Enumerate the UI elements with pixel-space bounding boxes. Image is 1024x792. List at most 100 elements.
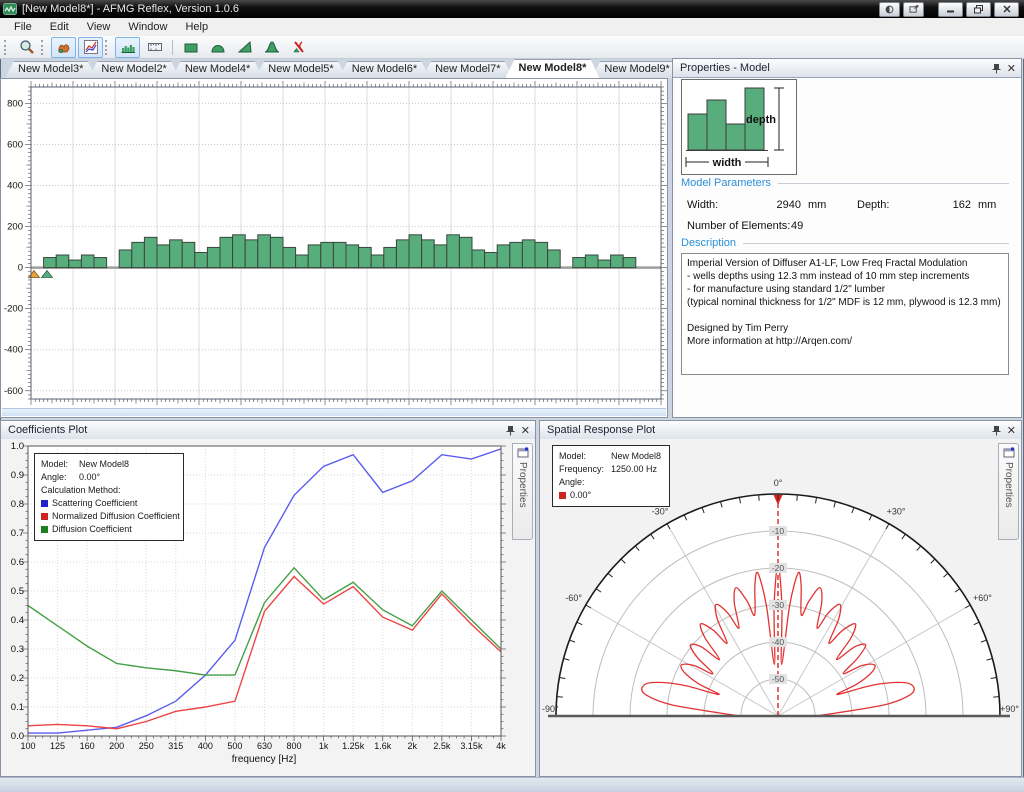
svg-text:1.25k: 1.25k (342, 741, 365, 751)
svg-text:0.8: 0.8 (11, 499, 24, 510)
model-view-button[interactable] (51, 37, 76, 58)
svg-text:0.6: 0.6 (11, 557, 24, 568)
svg-text:-30°: -30° (652, 507, 669, 517)
description-heading: Description (681, 237, 1009, 249)
pin-icon (992, 425, 1001, 436)
elements-value: 49 (791, 220, 803, 232)
properties-side-tab-label: Properties (517, 462, 528, 508)
menu-window[interactable]: Window (119, 19, 176, 35)
pin-button[interactable] (992, 63, 1001, 74)
close-panel-button-2[interactable]: ✕ (521, 424, 530, 437)
coefficients-plot-button[interactable] (78, 37, 103, 58)
elements-label: Number of Elements: (687, 220, 791, 232)
legend-entry-label: Diffusion Coefficient (52, 523, 132, 536)
panel-toggle-button[interactable] (879, 2, 900, 17)
heading-rule-2 (743, 243, 1009, 244)
coefficients-panel-header: Coefficients Plot ✕ (1, 421, 535, 440)
toolbar-grip[interactable] (4, 40, 9, 55)
svg-text:1.6k: 1.6k (374, 741, 392, 751)
rect-element-button[interactable] (178, 37, 203, 58)
tab-newmodel7[interactable]: New Model7* (422, 61, 513, 78)
svg-text:500: 500 (227, 741, 242, 751)
tab-newmodel2[interactable]: New Model2* (88, 61, 179, 78)
svg-text:400: 400 (198, 741, 213, 751)
tab-newmodel9[interactable]: New Model9* (591, 61, 682, 78)
triangle-element-button[interactable] (232, 37, 257, 58)
legend-angle-value: 0.00° (79, 471, 100, 484)
cut-tool-icon (291, 39, 307, 55)
pin-icon (506, 425, 515, 436)
legend-swatch (41, 526, 48, 533)
bell-element-button[interactable] (259, 37, 284, 58)
properties-side-tab[interactable]: Properties (512, 443, 533, 540)
svg-text:125: 125 (50, 741, 65, 751)
tab-strip: New Model3*New Model2*New Model4*New Mod… (5, 58, 675, 78)
detach-button[interactable] (903, 2, 924, 17)
close-button[interactable] (994, 2, 1019, 17)
depth-value[interactable]: 162 (927, 199, 971, 211)
toolbar (0, 36, 1024, 59)
zoom-button[interactable] (14, 37, 39, 58)
svg-text:100: 100 (20, 741, 35, 751)
restore-button[interactable] (966, 2, 991, 17)
tab-newmodel6[interactable]: New Model6* (339, 61, 430, 78)
close-panel-button[interactable]: ✕ (1007, 62, 1016, 75)
close-panel-button-3[interactable]: ✕ (1007, 424, 1016, 437)
svg-text:400: 400 (7, 181, 23, 192)
model-profile-chart[interactable]: 8006004002000-200-400-600020040060080010… (1, 79, 667, 410)
menu-file[interactable]: File (5, 19, 41, 35)
menu-help[interactable]: Help (176, 19, 217, 35)
semicircle-element-icon (210, 39, 226, 55)
properties-side-tab-2[interactable]: Properties (998, 443, 1019, 540)
description-line-3: - for manufacture using standard 1/2" lu… (687, 283, 1003, 296)
legend-freq-value: 1250.00 Hz (611, 463, 657, 476)
cut-tool-button[interactable] (286, 37, 311, 58)
tab-newmodel8[interactable]: New Model8* (506, 59, 600, 78)
svg-text:800: 800 (287, 741, 302, 751)
tab-newmodel4[interactable]: New Model4* (172, 61, 263, 78)
svg-text:0.1: 0.1 (11, 702, 24, 713)
detach-icon (909, 5, 919, 14)
legend-entry: 0.00° (559, 489, 663, 502)
profile-view-button[interactable] (115, 37, 140, 58)
toolbar-separator (172, 40, 173, 55)
toolbar-grip-2[interactable] (41, 40, 46, 55)
menu-edit[interactable]: Edit (41, 19, 78, 35)
ruler-view-button[interactable] (142, 37, 167, 58)
toolbar-grip-3[interactable] (105, 40, 110, 55)
legend-entry: Diffusion Coefficient (41, 523, 177, 536)
svg-text:1.0: 1.0 (11, 441, 24, 452)
legend-model-label: Model: (41, 458, 75, 471)
properties-tab-icon (517, 447, 529, 458)
pin-button-2[interactable] (506, 425, 515, 436)
panel-toggle-icon (885, 5, 894, 14)
width-label: Width: (687, 199, 759, 211)
title-bar[interactable]: [New Model8*] - AFMG Reflex, Version 1.0… (0, 0, 1024, 18)
svg-text:+60°: +60° (973, 593, 992, 603)
description-line-5 (687, 309, 1003, 322)
properties-side-tab-label-2: Properties (1003, 462, 1014, 508)
spatial-panel-title: Spatial Response Plot (547, 424, 986, 436)
tab-newmodel3[interactable]: New Model3* (5, 61, 96, 78)
tab-newmodel5[interactable]: New Model5* (255, 61, 346, 78)
svg-text:-600: -600 (4, 386, 23, 397)
svg-text:160: 160 (80, 741, 95, 751)
close-icon (1003, 5, 1011, 13)
horizontal-scrollbar[interactable] (2, 408, 666, 416)
svg-text:200: 200 (109, 741, 124, 751)
model-diagram-image: depth width (682, 80, 794, 172)
triangle-element-icon (237, 39, 253, 55)
svg-text:+30°: +30° (887, 507, 906, 517)
width-value[interactable]: 2940 (759, 199, 801, 211)
menu-view[interactable]: View (78, 19, 120, 35)
model-view-icon (56, 39, 72, 55)
minimize-button[interactable] (938, 2, 963, 17)
svg-text:-400: -400 (4, 345, 23, 356)
pin-button-3[interactable] (992, 425, 1001, 436)
coefficients-plot-icon (83, 39, 99, 55)
svg-text:2k: 2k (408, 741, 418, 751)
semicircle-element-button[interactable] (205, 37, 230, 58)
status-bar (0, 777, 1024, 792)
description-text[interactable]: Imperial Version of Diffuser A1-LF, Low … (681, 253, 1009, 375)
app-icon (3, 3, 17, 15)
